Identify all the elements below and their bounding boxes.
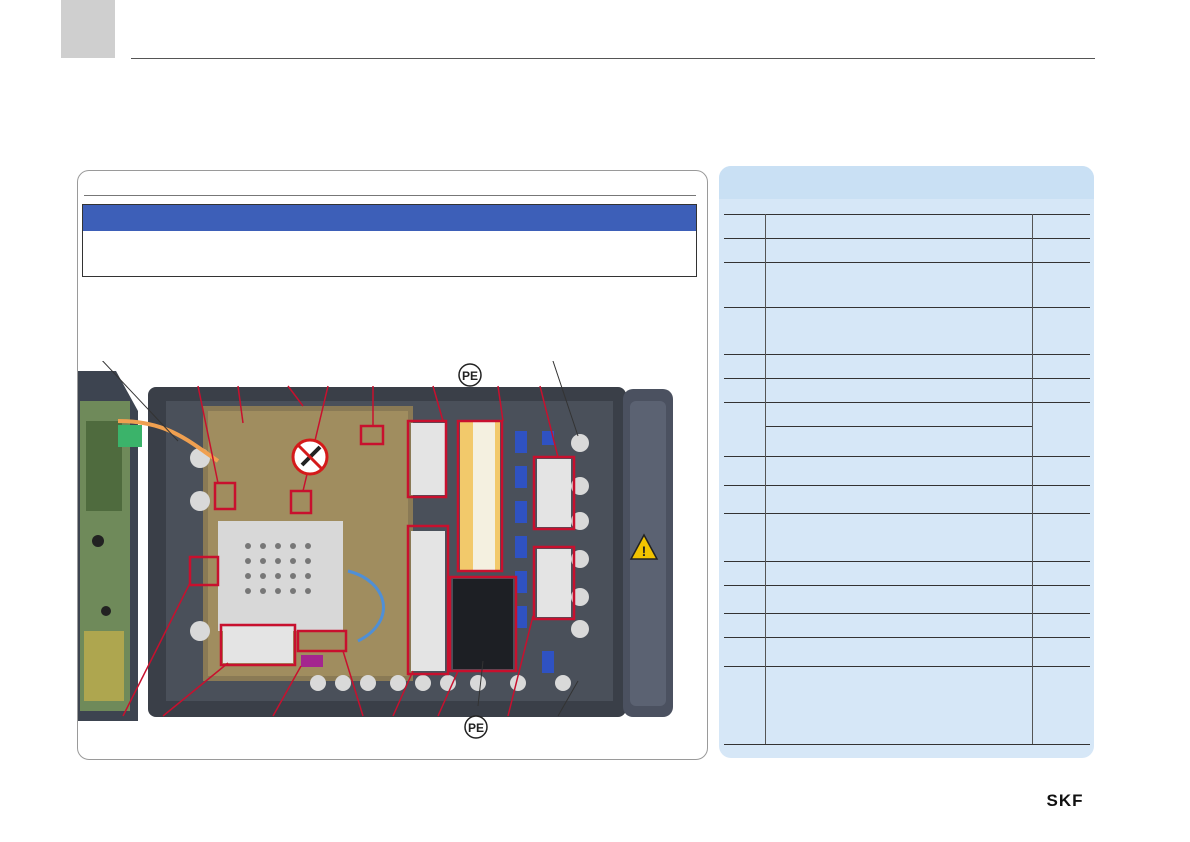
table-row — [724, 485, 1090, 514]
pe-label-bottom-text: PE — [468, 721, 484, 735]
terminal-strip-pe — [460, 421, 500, 571]
page-tab — [61, 0, 115, 58]
table-row — [724, 262, 1090, 308]
pe-label-bottom: PE — [464, 715, 488, 739]
legend-table — [724, 214, 1090, 745]
table-row — [724, 637, 1090, 667]
table-row — [724, 613, 1090, 638]
table-row — [724, 561, 1090, 586]
table-row — [724, 354, 1090, 379]
legend-table-panel — [719, 166, 1094, 758]
pe-label-top-text: PE — [462, 369, 478, 383]
table-row — [724, 456, 1090, 486]
fuse — [301, 655, 323, 667]
table-row — [724, 378, 1090, 403]
skf-logo-text: SKF — [1047, 792, 1084, 808]
table-row — [724, 666, 1090, 745]
header-rule — [131, 58, 1095, 59]
table-head-band — [719, 166, 1094, 199]
table-row — [724, 307, 1090, 355]
skf-logo: SKF — [1047, 792, 1084, 808]
figure-panel: ! PE PE — [77, 170, 708, 760]
svg-text:!: ! — [642, 543, 647, 559]
notice-bar — [83, 205, 696, 231]
contactor-block — [453, 579, 513, 669]
terminal-strip-bottom — [223, 627, 293, 663]
figure-title-rule — [84, 195, 696, 196]
pe-label-top: PE — [458, 363, 482, 387]
green-terminal-plug — [118, 425, 142, 447]
table-row — [724, 214, 1090, 239]
table-row — [724, 238, 1090, 263]
terminal-strip-upper — [411, 423, 445, 671]
table-row — [724, 513, 1090, 562]
no-plug-symbol-icon — [291, 438, 329, 476]
notice-box — [82, 204, 697, 277]
table-row — [724, 585, 1090, 614]
table-row — [724, 402, 1090, 457]
control-cabinet-photo: ! PE PE — [78, 361, 673, 739]
